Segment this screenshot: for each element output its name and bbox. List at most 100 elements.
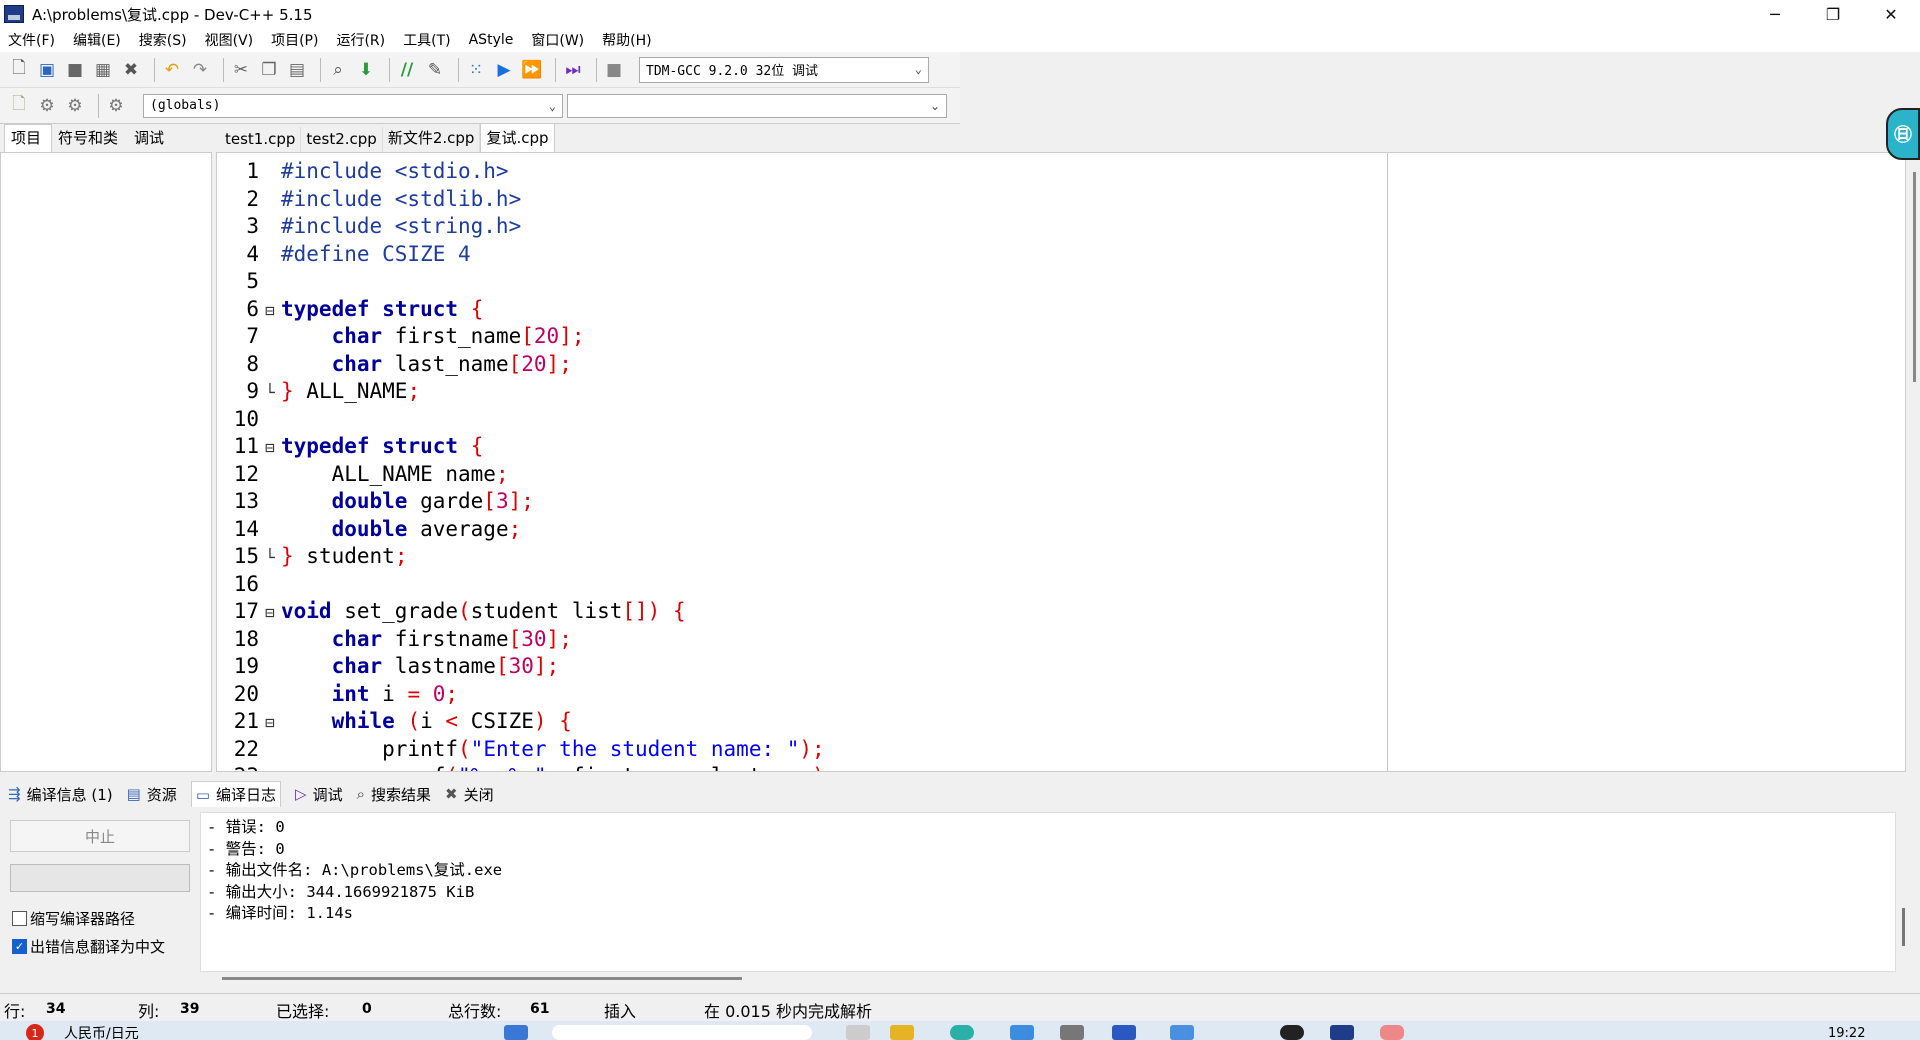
function-select[interactable]: ⌄ [567,93,947,118]
tab-search-results[interactable]: ⌕ 搜索结果 [357,784,431,805]
close-file-icon[interactable]: ✖ [120,59,142,81]
save-icon[interactable]: ■ [64,59,86,81]
code-line[interactable]: 6 ⊟ typedef struct { [217,296,837,324]
code-line[interactable]: 22 printf("Enter the student name: "); [217,736,837,764]
tab-project[interactable]: 项目 [4,124,53,152]
menu-help[interactable]: 帮助(H) [602,30,651,50]
goto-icon[interactable]: ⬇ [355,59,377,81]
save-all-icon[interactable]: ▦ [92,59,114,81]
new-class-icon[interactable]: 🗋 [8,94,30,117]
fold-collapse-icon[interactable]: ⊟ [259,297,281,325]
code-line[interactable]: 19 char lastname[30]; [217,653,837,681]
code-line[interactable]: 13 double garde[3]; [217,488,837,516]
code-line[interactable]: 21 ⊟ while (i < CSIZE) { [217,708,837,736]
translate-errors-checkbox[interactable]: ✓ 出错信息翻译为中文 [12,936,165,957]
code-line[interactable]: 20 int i = 0; [217,681,837,709]
menu-file[interactable]: 文件(F) [8,30,55,50]
project-panel[interactable] [0,152,212,772]
close-window-button[interactable]: ✕ [1862,0,1920,28]
cut-icon[interactable]: ✂ [230,59,252,81]
code-line[interactable]: 3 #include <string.h> [217,213,837,241]
minimize-button[interactable]: ─ [1746,0,1804,28]
code-line[interactable]: 9 └} ALL_NAME; [217,378,837,406]
debug-icon[interactable]: ⏭ [562,59,584,81]
undo-icon[interactable]: ↶ [161,59,183,81]
tab-debug[interactable]: 调试 [128,125,174,152]
devcpp-taskbar-icon[interactable] [1330,1025,1354,1040]
menu-search[interactable]: 搜索(S) [139,30,187,50]
taskbar-app-icon[interactable] [1010,1025,1034,1040]
project-options-icon[interactable]: ⚙ [36,95,58,117]
checkbox-checked[interactable]: ✓ [12,939,27,954]
run-icon[interactable]: ▶ [493,59,515,81]
code-line[interactable]: 14 double average; [217,516,837,544]
menu-tools[interactable]: 工具(T) [403,30,450,50]
new-file-icon[interactable]: 🗋 [8,58,30,81]
code-line[interactable]: 10 [217,406,837,434]
tab-compiler[interactable]: ⇶ 编译信息 (1) [8,784,113,805]
edge-icon[interactable] [950,1025,974,1040]
code-line[interactable]: 12 ALL_NAME name; [217,461,837,489]
code-line[interactable]: 2 #include <stdlib.h> [217,186,837,214]
indent-icon[interactable]: ✎ [424,59,446,81]
editor-vertical-scrollbar[interactable] [1913,172,1916,382]
fold-collapse-icon[interactable]: ⊟ [259,599,281,627]
code-line[interactable]: 1 #include <stdio.h> [217,158,837,186]
code-line[interactable]: 23 scanf("%s %s", firstname, lastname); [217,763,838,771]
tab-debug-output[interactable]: ▷ 调试 [295,784,343,805]
open-icon[interactable]: ▣ [36,59,58,81]
menu-window[interactable]: 窗口(W) [531,30,584,50]
tab-symbols[interactable]: 符号和类 [52,125,128,152]
taskbar-app-icon[interactable] [1170,1025,1194,1040]
menu-run[interactable]: 运行(R) [336,30,385,50]
taskbar-app-icon[interactable] [1280,1025,1304,1040]
compile-log-output[interactable]: - 错误: 0 - 警告: 0 - 输出文件名: A:\problems\复试.… [200,812,1896,972]
tab-test2[interactable]: test2.cpp [301,127,383,152]
file-explorer-icon[interactable] [890,1025,914,1040]
code-line[interactable]: 15 └} student; [217,543,837,571]
find-icon[interactable]: ⌕ [327,59,349,81]
fold-collapse-icon[interactable]: ⊟ [259,709,281,737]
comment-icon[interactable]: // [396,59,418,81]
scope-select[interactable]: (globals) ⌄ [143,93,563,118]
redo-icon[interactable]: ↷ [189,59,211,81]
checkbox-unchecked[interactable] [12,911,27,926]
log-horizontal-scrollbar[interactable] [222,977,742,980]
code-line[interactable]: 8 char last_name[20]; [217,351,837,379]
code-content[interactable]: 1 #include <stdio.h> 2 #include <stdlib.h> 3… [217,158,838,771]
restore-button[interactable]: ❐ [1804,0,1862,28]
compile-icon[interactable]: ⁙ [465,59,487,81]
tab-resources[interactable]: ▤ 资源 [127,784,177,805]
shorten-path-checkbox[interactable]: 缩写编译器路径 [12,908,135,929]
tab-fushi[interactable]: 复试.cpp [480,123,555,152]
stop-icon[interactable]: ■ [603,59,625,81]
menu-edit[interactable]: 编辑(E) [73,30,121,50]
code-line[interactable]: 18 char firstname[30]; [217,626,837,654]
code-line[interactable]: 11 ⊟ typedef struct { [217,433,837,461]
code-line[interactable]: 4 #define CSIZE 4 [217,241,837,269]
taskbar-app-icon[interactable] [1060,1025,1084,1040]
taskbar-widget[interactable]: 1 人民币/日元 [26,1023,139,1040]
compiler-select[interactable]: TDM-GCC 9.2.0 32位 调试 ⌄ [639,56,929,83]
taskbar-app-icon[interactable] [846,1025,870,1040]
code-line[interactable]: 5 [217,268,837,296]
tab-compile-log[interactable]: ▭ 编译日志 [190,781,282,807]
code-editor[interactable]: 1 #include <stdio.h> 2 #include <stdlib.h> 3… [216,152,1906,772]
tab-close[interactable]: ✖ 关闭 [445,784,494,805]
stop-button[interactable]: 中止 [10,820,190,852]
log-vertical-scrollbar[interactable] [1902,908,1905,946]
taskbar-app-icon[interactable] [1112,1025,1136,1040]
settings-icon[interactable]: ⚙ [105,95,127,117]
menu-project[interactable]: 项目(P) [271,30,318,50]
menu-view[interactable]: 视图(V) [205,30,254,50]
taskbar-search-box[interactable] [552,1025,812,1040]
floating-assistant-icon[interactable]: ㊐ [1886,108,1920,160]
tab-test1[interactable]: test1.cpp [220,127,302,152]
code-line[interactable]: 7 char first_name[20]; [217,323,837,351]
tab-newfile2[interactable]: 新文件2.cpp [383,124,481,152]
fold-collapse-icon[interactable]: ⊟ [259,434,281,462]
compile-run-icon[interactable]: ⏩ [521,59,543,81]
menu-astyle[interactable]: AStyle [469,32,514,48]
paste-icon[interactable]: ▤ [286,59,308,81]
copy-icon[interactable]: ❐ [258,59,280,81]
